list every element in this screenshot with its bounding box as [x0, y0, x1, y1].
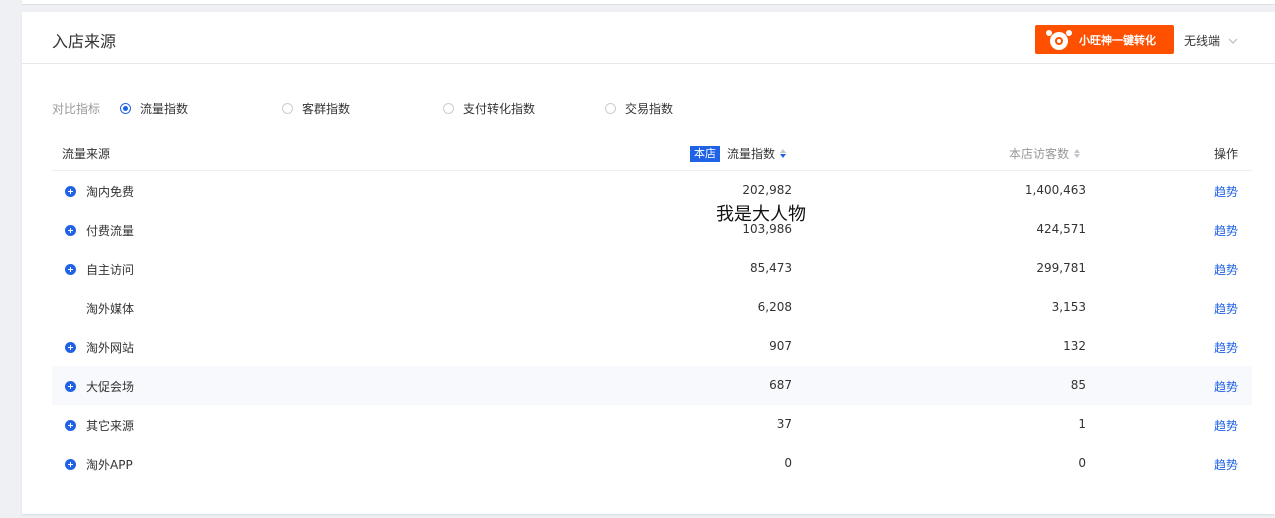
radio-unchecked[interactable]	[605, 103, 616, 114]
row-visitors: 424,571	[1036, 222, 1086, 236]
header-flow[interactable]: 本店 流量指数	[689, 145, 786, 162]
expand-plus-icon[interactable]	[65, 186, 76, 197]
metric-option-customer[interactable]: 客群指数	[282, 100, 350, 117]
table-row: 自主访问 85,473 299,781 趋势	[52, 249, 1252, 288]
trend-link[interactable]: 趋势	[1214, 417, 1238, 434]
traffic-source-table: 流量来源 本店 流量指数 本店访客数 操作 淘内免费 202,982 1,400…	[52, 134, 1252, 483]
trend-link[interactable]: 趋势	[1214, 339, 1238, 356]
row-flow-index: 687	[769, 378, 792, 392]
header-visitors[interactable]: 本店访客数	[1009, 145, 1080, 162]
row-visitors: 3,153	[1051, 300, 1086, 314]
terminal-select[interactable]: 无线端	[1184, 32, 1238, 49]
header-ops: 操作	[1213, 147, 1238, 161]
trend-link[interactable]: 趋势	[1214, 456, 1238, 473]
card-header: 入店来源 小旺神一键转化 无线端	[22, 12, 1275, 64]
row-source-name: 其它来源	[86, 419, 135, 433]
row-visitors: 299,781	[1036, 261, 1086, 275]
metric-option-label: 交易指数	[625, 102, 674, 116]
metric-option-flow[interactable]: 流量指数	[120, 100, 188, 117]
expand-plus-icon[interactable]	[65, 420, 76, 431]
row-source-name: 淘外网站	[86, 341, 135, 355]
expand-plus-icon[interactable]	[65, 225, 76, 236]
chevron-down-icon	[1228, 38, 1238, 44]
card-title: 入店来源	[52, 32, 117, 51]
own-store-badge: 本店	[689, 145, 720, 162]
row-visitors: 1	[1078, 417, 1086, 431]
expand-plus-icon[interactable]	[65, 264, 76, 275]
table-row: 其它来源 37 1 趋势	[52, 405, 1252, 444]
one-click-convert-button[interactable]: 小旺神一键转化	[1035, 25, 1174, 54]
metric-option-label: 支付转化指数	[463, 102, 536, 116]
row-visitors: 1,400,463	[1024, 183, 1086, 197]
row-flow-index: 37	[776, 417, 792, 431]
row-flow-index: 202,982	[742, 183, 792, 197]
row-source-name: 淘外媒体	[86, 302, 135, 316]
table-header: 流量来源 本店 流量指数 本店访客数 操作	[52, 134, 1252, 171]
row-source-name: 淘外APP	[86, 458, 133, 472]
compare-metrics: 对比指标 流量指数 客群指数 支付转化指数 交易指数	[52, 100, 673, 117]
metric-option-payment[interactable]: 支付转化指数	[443, 100, 535, 117]
trend-link[interactable]: 趋势	[1214, 222, 1238, 239]
row-source-name: 付费流量	[86, 224, 135, 238]
trend-link[interactable]: 趋势	[1214, 378, 1238, 395]
trend-link[interactable]: 趋势	[1214, 261, 1238, 278]
row-flow-index: 907	[769, 339, 792, 353]
mascot-icon	[1046, 29, 1072, 50]
trend-link[interactable]: 趋势	[1214, 300, 1238, 317]
top-card-edge	[22, 0, 1275, 5]
expand-plus-icon[interactable]	[65, 459, 76, 470]
terminal-select-value: 无线端	[1184, 34, 1221, 48]
metric-option-label: 客群指数	[302, 102, 351, 116]
table-row: 淘内免费 202,982 1,400,463 趋势	[52, 171, 1252, 210]
compare-metrics-label: 对比指标	[52, 101, 101, 116]
row-source-name: 自主访问	[86, 263, 135, 277]
row-flow-index: 85,473	[750, 261, 792, 275]
expand-plus-icon[interactable]	[65, 381, 76, 392]
radio-unchecked[interactable]	[443, 103, 454, 114]
overlay-text: 我是大人物	[716, 204, 806, 225]
header-source: 流量来源	[62, 147, 111, 161]
radio-unchecked[interactable]	[282, 103, 293, 114]
row-visitors: 85	[1070, 378, 1086, 392]
row-source-name: 淘内免费	[86, 185, 135, 199]
table-row: 大促会场 687 85 趋势	[52, 366, 1252, 405]
radio-checked[interactable]	[120, 103, 131, 114]
expand-plus-icon[interactable]	[65, 342, 76, 353]
header-visitors-label: 本店访客数	[1008, 147, 1069, 161]
header-flow-label: 流量指数	[726, 147, 775, 161]
row-visitors: 132	[1063, 339, 1086, 353]
table-row: 淘外媒体 6,208 3,153 趋势	[52, 288, 1252, 327]
convert-button-label: 小旺神一键转化	[1079, 33, 1156, 47]
row-flow-index: 6,208	[757, 300, 792, 314]
row-flow-index: 0	[784, 456, 792, 470]
row-visitors: 0	[1078, 456, 1086, 470]
metric-option-trade[interactable]: 交易指数	[605, 100, 673, 117]
table-row: 淘外网站 907 132 趋势	[52, 327, 1252, 366]
row-source-name: 大促会场	[86, 380, 135, 394]
table-row: 付费流量 103,986 424,571 趋势	[52, 210, 1252, 249]
metric-option-label: 流量指数	[140, 102, 189, 116]
traffic-source-card: 入店来源 小旺神一键转化 无线端 对比指标 流量指数 客群指数 支付转化指数 交…	[22, 12, 1275, 514]
sort-icon[interactable]	[780, 149, 786, 158]
table-row: 淘外APP 0 0 趋势	[52, 444, 1252, 483]
trend-link[interactable]: 趋势	[1214, 183, 1238, 200]
sort-icon[interactable]	[1074, 149, 1080, 158]
